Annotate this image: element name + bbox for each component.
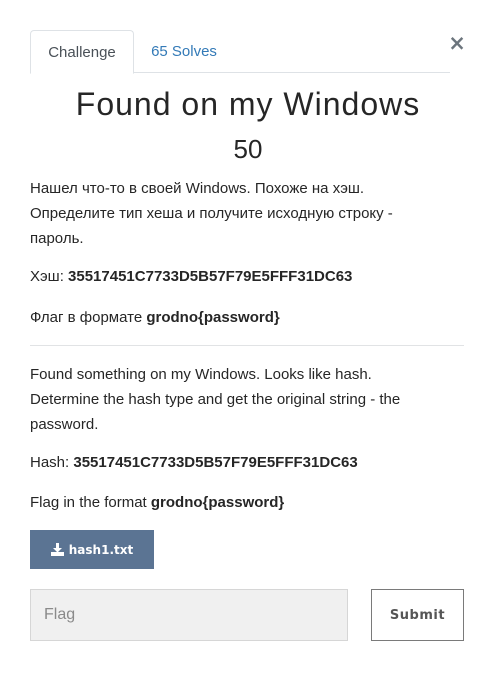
hash-label-en: Hash: — [30, 454, 74, 471]
description-en-hash: Hash: 35517451C7733D5B57F79E5FFF31DC63 — [30, 450, 430, 475]
close-icon[interactable]: × — [448, 32, 466, 54]
hash-value-ru: 35517451C7733D5B57F79E5FFF31DC63 — [68, 268, 353, 285]
challenge-modal: Challenge 65 Solves × Found on my Window… — [0, 0, 496, 689]
description-ru-flag: Флаг в формате grodno{password} — [30, 305, 430, 330]
hash-value-en: 35517451C7733D5B57F79E5FFF31DC63 — [73, 454, 358, 471]
challenge-title: Found on my Windows — [75, 86, 421, 122]
flag-label-en: Flag in the format — [30, 494, 151, 511]
flag-format-ru: grodno{password} — [146, 309, 280, 326]
download-icon — [50, 543, 64, 556]
tab-challenge[interactable]: Challenge — [30, 30, 134, 74]
description-ru-hash: Хэш: 35517451C7733D5B57F79E5FFF31DC63 — [30, 264, 430, 289]
flag-label-ru: Флаг в формате — [30, 309, 147, 326]
file-download-button[interactable]: hash1.txt — [30, 530, 154, 569]
description-en-flag: Flag in the format grodno{password} — [30, 490, 430, 515]
hash-label-ru: Хэш: — [30, 268, 69, 285]
description-en-text: Found something on my Windows. Looks lik… — [30, 366, 401, 433]
challenge-value: 50 — [233, 134, 263, 164]
flag-format-en: grodno{password} — [150, 494, 285, 511]
submit-button[interactable]: Submit — [371, 589, 464, 641]
tab-bar: Challenge 65 Solves — [30, 30, 450, 74]
file-name: hash1.txt — [68, 542, 134, 557]
description-ru-text: Нашел что-то в своей Windows. Похоже на … — [30, 180, 393, 247]
flag-input[interactable] — [30, 589, 348, 641]
description-divider — [30, 345, 464, 346]
tab-solves[interactable]: 65 Solves — [138, 30, 230, 73]
